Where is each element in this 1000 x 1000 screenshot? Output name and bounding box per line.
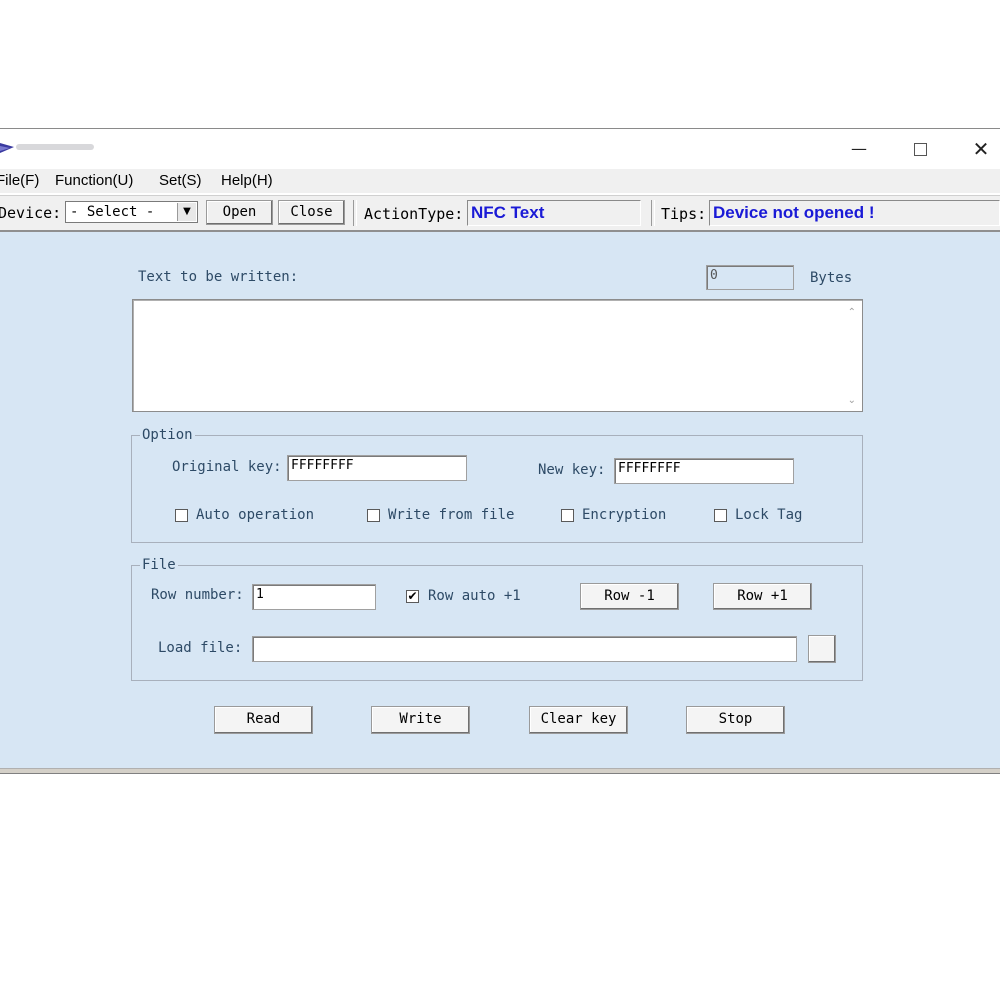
- toolbar-separator: [353, 200, 357, 226]
- tips-label: Tips:: [661, 205, 707, 223]
- menu-bar: [0, 169, 1000, 193]
- minimize-button[interactable]: —: [839, 137, 879, 161]
- action-type-value: NFC Text: [471, 203, 545, 222]
- maximize-button[interactable]: [900, 137, 940, 161]
- original-key-label: Original key:: [172, 459, 282, 475]
- stop-button[interactable]: Stop: [686, 706, 785, 734]
- new-key-input[interactable]: FFFFFFFF: [614, 458, 794, 484]
- lock-tag-label: Lock Tag: [735, 507, 803, 523]
- action-type-box: NFC Text: [467, 200, 641, 226]
- toolbar-separator: [651, 200, 655, 226]
- write-from-file-checkbox[interactable]: [367, 509, 380, 522]
- option-group-title: Option: [140, 427, 195, 443]
- app-logo-icon: [0, 143, 94, 153]
- bytes-count-field: 0: [706, 265, 794, 290]
- chevron-down-icon[interactable]: ▼: [177, 203, 196, 221]
- load-file-input[interactable]: [252, 636, 797, 662]
- minimize-icon: —: [851, 139, 867, 158]
- device-label: Device:: [0, 204, 62, 222]
- row-number-input[interactable]: 1: [252, 584, 376, 610]
- menu-help[interactable]: Help(H): [221, 172, 273, 189]
- row-minus-button[interactable]: Row -1: [580, 583, 679, 610]
- lock-tag-checkbox[interactable]: [714, 509, 727, 522]
- action-type-label: ActionType:: [364, 205, 464, 223]
- device-select[interactable]: - Select - ▼: [65, 201, 198, 223]
- text-to-write-label: Text to be written:: [138, 269, 299, 285]
- file-group-title: File: [140, 557, 178, 573]
- auto-operation-label: Auto operation: [196, 507, 315, 523]
- open-button[interactable]: Open: [206, 200, 273, 225]
- scroll-down-icon[interactable]: ⌄: [848, 395, 856, 406]
- browse-file-button[interactable]: [808, 635, 836, 663]
- new-key-label: New key:: [538, 462, 606, 478]
- row-auto-checkbox[interactable]: ✔: [406, 590, 419, 603]
- bytes-label: Bytes: [810, 270, 853, 286]
- write-button[interactable]: Write: [371, 706, 470, 734]
- tips-value: Device not opened !: [713, 203, 875, 222]
- tips-box: Device not opened !: [709, 200, 1000, 226]
- encryption-label: Encryption: [582, 507, 667, 523]
- encryption-checkbox[interactable]: [561, 509, 574, 522]
- read-button[interactable]: Read: [214, 706, 313, 734]
- menu-file[interactable]: File(F): [0, 172, 39, 189]
- scroll-up-icon[interactable]: ⌃: [848, 307, 856, 318]
- text-input-area[interactable]: ⌃ ⌄: [132, 299, 863, 412]
- menu-set[interactable]: Set(S): [159, 172, 202, 189]
- close-window-button[interactable]: ✕: [961, 137, 1000, 161]
- check-icon: ✔: [407, 589, 418, 603]
- option-group: [131, 435, 863, 543]
- original-key-input[interactable]: FFFFFFFF: [287, 455, 467, 481]
- menu-function[interactable]: Function(U): [55, 172, 133, 189]
- auto-operation-checkbox[interactable]: [175, 509, 188, 522]
- write-from-file-label: Write from file: [388, 507, 515, 523]
- load-file-label: Load file:: [158, 640, 243, 656]
- row-auto-label: Row auto +1: [428, 588, 521, 604]
- close-button[interactable]: Close: [278, 200, 345, 225]
- row-plus-button[interactable]: Row +1: [713, 583, 812, 610]
- window-bottom-border: [0, 768, 1000, 774]
- device-select-value: - Select -: [70, 204, 155, 220]
- close-icon: ✕: [972, 137, 990, 161]
- maximize-icon: [913, 143, 927, 156]
- clear-key-button[interactable]: Clear key: [529, 706, 628, 734]
- row-number-label: Row number:: [151, 587, 244, 603]
